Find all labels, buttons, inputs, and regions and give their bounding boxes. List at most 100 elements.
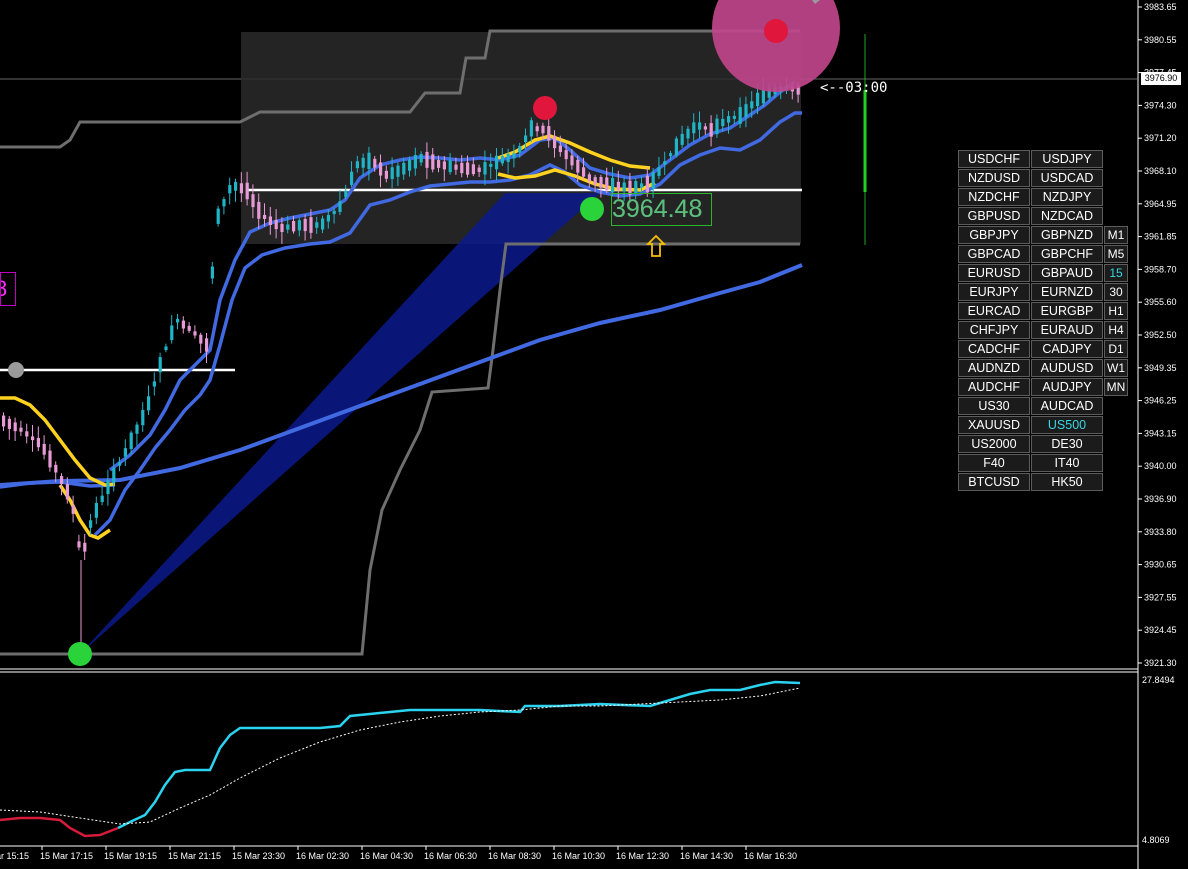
- sell-signal-dot[interactable]: [533, 96, 557, 120]
- symbol-button-audjpy[interactable]: AUDJPY: [1031, 378, 1103, 396]
- candle-body: [471, 164, 475, 175]
- symbol-button-us30[interactable]: US30: [958, 397, 1030, 415]
- candle-body: [506, 153, 510, 162]
- price-label-box: 3964.48 3964.48: [611, 193, 712, 226]
- symbol-button-usdjpy[interactable]: USDJPY: [1031, 150, 1103, 168]
- candle-body: [100, 495, 104, 502]
- candle-body: [448, 160, 452, 173]
- time-axis-label: 16 Mar 08:30: [488, 851, 541, 861]
- candle-body: [425, 151, 429, 168]
- candle-body: [599, 177, 603, 188]
- price-axis-label: 3924.45: [1144, 625, 1177, 635]
- price-label-overlay: 3964.48: [612, 195, 703, 223]
- price-axis-label: 3946.25: [1144, 396, 1177, 406]
- symbol-button-audnzd[interactable]: AUDNZD: [958, 359, 1030, 377]
- symbol-button-usdcad[interactable]: USDCAD: [1031, 169, 1103, 187]
- candle-body: [692, 122, 696, 134]
- symbol-button-nzdcad[interactable]: NZDCAD: [1031, 207, 1103, 225]
- candle-body: [674, 138, 678, 156]
- price-axis-label: 3961.85: [1144, 232, 1177, 242]
- buy-signal-dot-2[interactable]: [580, 197, 604, 221]
- price-axis-label: 3933.80: [1144, 527, 1177, 537]
- candle-body: [129, 432, 133, 449]
- candle-body: [152, 381, 156, 387]
- candle-body: [640, 183, 644, 188]
- symbol-button-cadjpy[interactable]: CADJPY: [1031, 340, 1103, 358]
- symbol-button-us500[interactable]: US500: [1031, 416, 1103, 434]
- price-axis-label: 3952.50: [1144, 330, 1177, 340]
- symbol-button-xauusd[interactable]: XAUUSD: [958, 416, 1030, 434]
- candle-body: [460, 162, 464, 174]
- symbol-button-nzdchf[interactable]: NZDCHF: [958, 188, 1030, 206]
- candle-body: [703, 126, 707, 130]
- candle-body: [732, 115, 736, 119]
- candle-body: [587, 174, 591, 182]
- candle-body: [147, 396, 151, 411]
- symbol-button-btcusd[interactable]: BTCUSD: [958, 473, 1030, 491]
- symbol-button-audusd[interactable]: AUDUSD: [1031, 359, 1103, 377]
- candle-body: [500, 156, 504, 164]
- candle-body: [176, 318, 180, 323]
- candle-body: [663, 161, 667, 165]
- symbol-button-eurnzd[interactable]: EURNZD: [1031, 283, 1103, 301]
- candle-body: [245, 182, 249, 200]
- timeframe-button-15[interactable]: 15: [1104, 264, 1128, 282]
- symbol-button-gbpcad[interactable]: GBPCAD: [958, 245, 1030, 263]
- symbol-button-eurjpy[interactable]: EURJPY: [958, 283, 1030, 301]
- candle-body: [222, 199, 226, 207]
- symbol-button-eurusd[interactable]: EURUSD: [958, 264, 1030, 282]
- candle-body: [547, 126, 551, 141]
- time-axis-label: 16 Mar 16:30: [744, 851, 797, 861]
- candle-body: [402, 162, 406, 175]
- timeframe-button-w1[interactable]: W1: [1104, 359, 1128, 377]
- candle-body: [31, 436, 35, 441]
- timeframe-button-m1[interactable]: M1: [1104, 226, 1128, 244]
- candle-body: [535, 126, 539, 132]
- symbol-button-gbpusd[interactable]: GBPUSD: [958, 207, 1030, 225]
- candle-body: [529, 120, 533, 137]
- candle-body: [373, 158, 377, 168]
- symbol-button-gbpnzd[interactable]: GBPNZD: [1031, 226, 1103, 244]
- candle-body: [466, 162, 470, 175]
- symbol-button-de30[interactable]: DE30: [1031, 435, 1103, 453]
- candle-body: [564, 150, 568, 160]
- candle-body: [36, 437, 40, 448]
- timeframe-button-h4[interactable]: H4: [1104, 321, 1128, 339]
- symbol-button-f40[interactable]: F40: [958, 454, 1030, 472]
- timeframe-button-m5[interactable]: M5: [1104, 245, 1128, 263]
- time-axis-label: 16 Mar 14:30: [680, 851, 733, 861]
- timeframe-button-30[interactable]: 30: [1104, 283, 1128, 301]
- symbol-button-nzdusd[interactable]: NZDUSD: [958, 169, 1030, 187]
- candle-body: [65, 483, 69, 500]
- price-axis: 3983.653980.553977.453974.303971.203968.…: [1138, 2, 1177, 668]
- symbol-button-gbpchf[interactable]: GBPCHF: [1031, 245, 1103, 263]
- symbol-button-nzdjpy[interactable]: NZDJPY: [1031, 188, 1103, 206]
- candle-body: [669, 153, 673, 157]
- timeframe-button-h1[interactable]: H1: [1104, 302, 1128, 320]
- symbol-button-chfjpy[interactable]: CHFJPY: [958, 321, 1030, 339]
- candle-body: [25, 431, 29, 437]
- symbol-button-usdchf[interactable]: USDCHF: [958, 150, 1030, 168]
- symbol-button-euraud[interactable]: EURAUD: [1031, 321, 1103, 339]
- symbol-button-eurcad[interactable]: EURCAD: [958, 302, 1030, 320]
- candle-body: [286, 224, 290, 230]
- symbol-button-gbpaud[interactable]: GBPAUD: [1031, 264, 1103, 282]
- symbol-button-audchf[interactable]: AUDCHF: [958, 378, 1030, 396]
- symbol-button-eurgbp[interactable]: EURGBP: [1031, 302, 1103, 320]
- symbol-button-audcad[interactable]: AUDCAD: [1031, 397, 1103, 415]
- symbol-button-cadchf[interactable]: CADCHF: [958, 340, 1030, 358]
- sell-signal-dot-2[interactable]: [764, 19, 788, 43]
- time-axis-label: 16 Mar 12:30: [616, 851, 669, 861]
- candle-body: [738, 107, 742, 124]
- symbol-button-it40[interactable]: IT40: [1031, 454, 1103, 472]
- symbol-button-hk50[interactable]: HK50: [1031, 473, 1103, 491]
- symbol-button-us2000[interactable]: US2000: [958, 435, 1030, 453]
- candle-body: [634, 181, 638, 193]
- candle-body: [593, 177, 597, 185]
- candle-body: [495, 155, 499, 170]
- symbol-button-gbpjpy[interactable]: GBPJPY: [958, 226, 1030, 244]
- timeframe-button-mn[interactable]: MN: [1104, 378, 1128, 396]
- candle-body: [605, 177, 609, 191]
- timeframe-button-d1[interactable]: D1: [1104, 340, 1128, 358]
- buy-signal-dot[interactable]: [68, 642, 92, 666]
